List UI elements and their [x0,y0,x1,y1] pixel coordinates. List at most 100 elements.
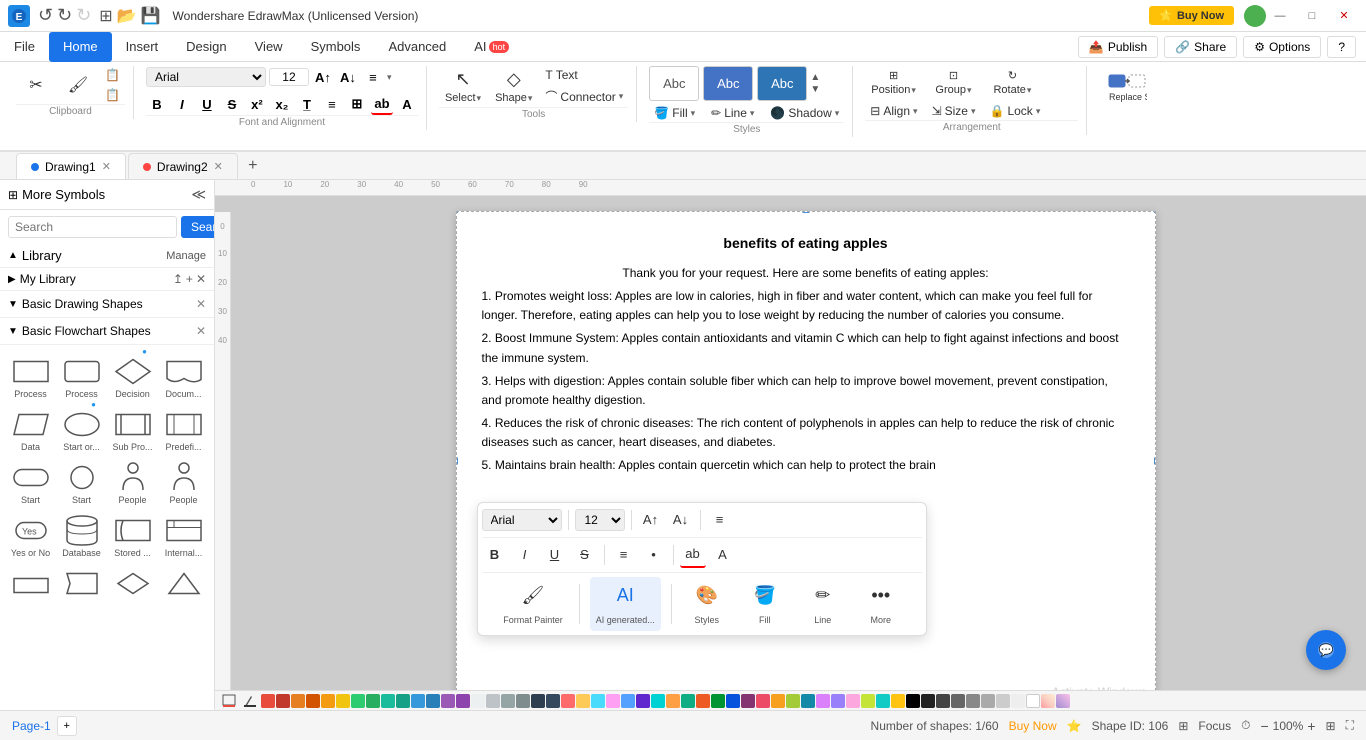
ft-highlight-btn[interactable]: A [710,542,736,568]
record-icon[interactable]: ⏱ [1241,718,1250,733]
shape-dropdown-arrow[interactable]: ▾ [528,93,533,104]
style-box-1[interactable]: Abc [649,66,699,101]
chatbot-btn[interactable]: 💬 [1306,630,1346,670]
menu-design[interactable]: Design [172,32,240,62]
manage-link[interactable]: Manage [166,250,206,262]
align-btn-2[interactable]: ⊟ Align ▾ [865,102,922,120]
menu-file[interactable]: File [0,32,49,62]
ft-ai-tool[interactable]: AI AI generated... [590,577,661,631]
buy-now-button[interactable]: ⭐ Buy Now [1149,6,1234,25]
color-rose[interactable] [756,694,770,708]
shape-start[interactable]: Start [6,457,55,508]
color-navy[interactable] [546,694,560,708]
user-avatar[interactable] [1244,5,1266,27]
shape-subprocess[interactable]: Sub Pro... [108,404,157,455]
color-dark-purple[interactable] [456,694,470,708]
color-cyan[interactable] [651,694,665,708]
layers-icon[interactable]: ⊞ [1178,719,1188,733]
search-button[interactable]: Search [181,216,215,238]
open-btn[interactable]: 📂 [117,6,137,26]
style-scroll-up[interactable]: ▲ [810,72,820,83]
color-gold[interactable] [576,694,590,708]
connector-btn[interactable]: ⌒ Connector ▾ [540,86,628,107]
shape-decision[interactable]: Decision [108,351,157,402]
shape-misc2[interactable] [57,563,106,604]
tab-close-drawing2[interactable]: ✕ [214,160,223,173]
ml-import-btn[interactable]: ↥ [173,272,183,286]
line-color-tool[interactable] [240,694,260,708]
italic-btn[interactable]: I [171,93,193,115]
color-forest[interactable] [711,694,725,708]
shape-yesno[interactable]: Yes Yes or No [6,510,55,561]
color-yellow-green[interactable] [861,694,875,708]
ft-font-select[interactable]: Arial [482,509,562,531]
font-name-select[interactable]: Arial [146,67,266,87]
color-periwinkle[interactable] [831,694,845,708]
select-btn[interactable]: ↖ Select ▾ [439,66,487,107]
color-dark-gray2[interactable] [951,694,965,708]
shape-people2[interactable]: People [159,457,208,508]
ft-more-tool[interactable]: ••• More [856,577,906,631]
align-dropdown[interactable]: ▾ [387,72,392,83]
color-silver[interactable] [981,694,995,708]
color-vermillion[interactable] [696,694,710,708]
menu-home[interactable]: Home [49,32,112,62]
color-emerald[interactable] [681,694,695,708]
share-btn[interactable]: 🔗 Share [1164,36,1237,58]
shape-internal[interactable]: Internal... [159,510,208,561]
ft-format-painter-tool[interactable]: 🖌 Format Painter [497,577,569,631]
color-blue[interactable] [411,694,425,708]
style-scroll-down[interactable]: ▼ [810,84,820,95]
ft-strike-btn[interactable]: S [572,542,598,568]
shape-misc3[interactable] [108,563,157,604]
shape-people[interactable]: People [108,457,157,508]
ft-increase-size[interactable]: A↑ [638,507,664,533]
color-dark-green[interactable] [366,694,380,708]
color-lavender[interactable] [816,694,830,708]
tab-drawing1[interactable]: Drawing1 ✕ [16,153,126,179]
cut-btn[interactable]: ✂ [16,72,56,98]
subscript-btn[interactable]: x₂ [271,93,293,115]
font-size-input[interactable] [269,68,309,86]
color-light-yellow[interactable] [336,694,350,708]
highlight-btn[interactable]: A [396,93,418,115]
shape-document[interactable]: Docum... [159,351,208,402]
maximize-btn[interactable]: □ [1298,6,1326,26]
ft-list-btn[interactable]: ≡ [611,542,637,568]
size-btn[interactable]: ⇲ Size ▾ [927,102,981,120]
color-baby-pink[interactable] [846,694,860,708]
menu-view[interactable]: View [241,32,297,62]
color-pink[interactable] [606,694,620,708]
shape-misc1[interactable] [6,563,55,604]
help-btn[interactable]: ? [1327,36,1356,58]
ft-bullet-btn[interactable]: • [641,542,667,568]
color-yellow[interactable] [321,694,335,708]
text-btn[interactable]: T Text [540,66,628,84]
position-btn[interactable]: ⊞ Position ▾ [865,66,922,99]
redo-btn-disabled[interactable]: ↻ [76,5,91,26]
color-gradient2[interactable] [1056,694,1070,708]
fill-btn[interactable]: 🪣 Fill ▾ [649,104,700,122]
shape-btn[interactable]: ◇ Shape ▾ [489,66,538,107]
shape-database[interactable]: Database [57,510,106,561]
style-box-3[interactable]: Abc [757,66,807,101]
shadow-btn[interactable]: 🌑 Shadow ▾ [765,104,844,122]
ft-align-btn[interactable]: ≡ [707,507,733,533]
color-magenta[interactable] [741,694,755,708]
ft-line-tool[interactable]: ✏ Line [798,577,848,631]
color-light-red[interactable] [561,694,575,708]
color-light-silver[interactable] [996,694,1010,708]
shape-start-circle[interactable]: Start [57,457,106,508]
ft-size-select[interactable]: 12 [575,509,625,531]
replace-shape-btn[interactable]: Replace Shape [1099,66,1155,116]
fill-color-tool[interactable] [219,694,239,708]
new-btn[interactable]: ⊞ [99,6,112,26]
shape-misc4[interactable] [159,563,208,604]
align-btn[interactable]: ≡ [362,66,384,88]
text-outline-btn[interactable]: T̲ [296,93,318,115]
menu-symbols[interactable]: Symbols [297,32,375,62]
color-indigo[interactable] [636,694,650,708]
ml-add-btn[interactable]: + [186,272,193,286]
shape-stored[interactable]: Stored ... [108,510,157,561]
shape-start-or[interactable]: Start or... [57,404,106,455]
